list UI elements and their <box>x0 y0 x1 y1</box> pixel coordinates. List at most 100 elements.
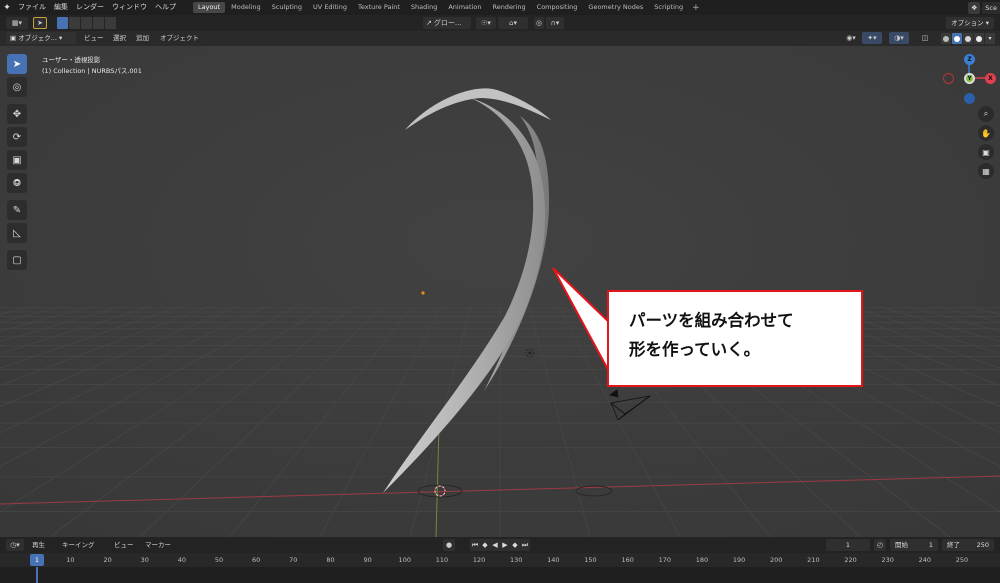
axis-z-ball[interactable]: Z <box>964 54 975 65</box>
start-frame-field[interactable]: 開始 1 <box>890 539 938 551</box>
select-extend-icon[interactable] <box>69 17 80 29</box>
move-tool-icon[interactable]: ✥ <box>7 104 27 124</box>
proportional-edit-icon[interactable]: ◎ <box>534 17 544 29</box>
object-origin <box>421 291 425 295</box>
viewport-menu-view[interactable]: ビュー <box>84 31 104 46</box>
rotate-tool-icon[interactable]: ⟳ <box>7 127 27 147</box>
viewport-menu-object[interactable]: オブジェクト <box>160 31 199 46</box>
scale-tool-icon[interactable]: ▣ <box>7 150 27 170</box>
tab-sculpting[interactable]: Sculpting <box>267 2 307 13</box>
timeline-menu-view[interactable]: ビュー <box>114 537 134 553</box>
object-mode-dropdown[interactable]: ▣ オブジェク... ▾ <box>6 32 76 44</box>
axis-x-ball[interactable]: X <box>985 73 996 84</box>
falloff-icon[interactable]: ∩▾ <box>546 17 564 29</box>
solid-shading-icon[interactable] <box>952 33 962 44</box>
overlay-toggle-icon[interactable]: ◑▾ <box>889 32 909 44</box>
callout-line-2: 形を作っていく。 <box>629 340 761 359</box>
rendered-shading-icon[interactable] <box>974 33 984 44</box>
current-frame-marker[interactable]: 1 <box>30 554 44 566</box>
current-frame-field[interactable]: 1 <box>826 539 870 551</box>
select-new-icon[interactable] <box>57 17 68 29</box>
scene-selector[interactable]: ❖ Sce <box>968 1 1000 14</box>
annotate-tool-icon[interactable]: ✎ <box>7 200 27 220</box>
select-intersect-icon[interactable] <box>105 17 116 29</box>
gizmo-toggle-icon[interactable]: ✦▾ <box>862 32 882 44</box>
collection-info: (1) Collection | NURBSパス.001 <box>42 67 142 75</box>
ortho-grid-icon[interactable]: ▦ <box>978 163 994 179</box>
stopwatch-icon[interactable]: ◴ <box>874 539 886 551</box>
ruler-tick-label: 10 <box>66 556 75 564</box>
axis-y-ball[interactable]: Y <box>964 73 975 84</box>
play-reverse-icon[interactable]: ◀ <box>490 539 500 551</box>
select-invert-icon[interactable] <box>93 17 104 29</box>
play-icon[interactable]: ▶ <box>500 539 510 551</box>
select-box-tool-icon[interactable]: ➤ <box>7 54 27 74</box>
timeline-menu-marker[interactable]: マーカー <box>145 537 171 553</box>
select-subtract-icon[interactable] <box>81 17 92 29</box>
timeline-ruler[interactable]: 1 10 20 30 40 50 60 70 80 90 100 110 120 130 140 150 160… <box>0 553 1000 567</box>
select-tool-icon[interactable]: ➤ <box>33 17 47 29</box>
transform-tool-icon[interactable]: ⭗ <box>7 173 27 193</box>
menu-file[interactable]: ファイル <box>14 0 50 15</box>
tab-layout[interactable]: Layout <box>193 2 226 13</box>
tab-geometry-nodes[interactable]: Geometry Nodes <box>583 2 648 13</box>
tab-compositing[interactable]: Compositing <box>532 2 583 13</box>
axis-neg-x-ball[interactable] <box>943 73 954 84</box>
zoom-icon[interactable]: ⌕ <box>978 106 994 122</box>
view-name: ユーザー・透視投影 <box>42 56 101 64</box>
ruler-tick-label: 100 <box>398 556 411 564</box>
jump-start-icon[interactable]: ⏮ <box>470 539 480 551</box>
scene-name[interactable]: Sce <box>982 1 1000 14</box>
playhead-line[interactable] <box>36 567 38 583</box>
menu-help[interactable]: ヘルプ <box>151 0 180 15</box>
ruler-tick-label: 130 <box>509 556 523 564</box>
jump-end-icon[interactable]: ⏭ <box>520 539 530 551</box>
material-shading-icon[interactable] <box>963 33 973 44</box>
end-value: 250 <box>976 541 989 549</box>
add-workspace-button[interactable]: + <box>688 3 704 13</box>
pivot-point-icon[interactable]: ☉▾ <box>476 17 496 29</box>
tab-uv-editing[interactable]: UV Editing <box>308 2 352 13</box>
axis-neg-z-ball[interactable] <box>964 93 975 104</box>
ruler-tick-label: 140 <box>547 556 560 564</box>
xray-toggle-icon[interactable]: ◫ <box>919 32 931 44</box>
add-cube-tool-icon[interactable]: ▢ <box>7 250 27 270</box>
next-keyframe-icon[interactable]: ◆ <box>510 539 520 551</box>
cursor-tool-icon[interactable]: ◎ <box>7 77 27 97</box>
tab-texture-paint[interactable]: Texture Paint <box>353 2 405 13</box>
pan-hand-icon[interactable]: ✋ <box>978 125 994 141</box>
transform-orientation-dropdown[interactable]: ↗ グロー... <box>423 17 471 29</box>
tool-settings-header: ▦▾ ➤ ↗ グロー... ☉▾ ⌂▾ ◎ ∩▾ オプション ▾ <box>0 15 1000 31</box>
camera-view-icon[interactable]: ▣ <box>978 144 994 160</box>
viewport-menu-select[interactable]: 選択 <box>113 31 126 46</box>
tab-shading[interactable]: Shading <box>406 2 442 13</box>
menu-window[interactable]: ウィンドウ <box>108 0 151 15</box>
end-frame-field[interactable]: 終了 250 <box>942 539 994 551</box>
menu-edit[interactable]: 編集 <box>50 0 72 15</box>
snap-icon[interactable]: ⌂▾ <box>498 17 528 29</box>
top-menu-bar: ✦ ファイル 編集 レンダー ウィンドウ ヘルプ Layout Modeling… <box>0 0 1000 15</box>
options-dropdown[interactable]: オプション ▾ <box>946 17 994 29</box>
timeline-menu-playback[interactable]: 再生 <box>32 537 45 553</box>
ruler-tick-label: 80 <box>326 556 335 564</box>
blender-logo-icon[interactable]: ✦ <box>0 0 14 15</box>
measure-tool-icon[interactable]: ◺ <box>7 223 27 243</box>
tab-rendering[interactable]: Rendering <box>487 2 530 13</box>
wireframe-shading-icon[interactable] <box>941 33 951 44</box>
ruler-tick-label: 180 <box>695 556 709 564</box>
timeline-editor-icon[interactable]: ◷▾ <box>6 539 24 551</box>
viewport-menu-add[interactable]: 追加 <box>136 31 149 46</box>
shading-options-icon[interactable]: ▾ <box>985 33 995 44</box>
ruler-tick-label: 160 <box>621 556 634 564</box>
menu-render[interactable]: レンダー <box>72 0 108 15</box>
timeline-body[interactable] <box>0 567 1000 583</box>
visibility-icon[interactable]: ◉▾ <box>842 32 860 44</box>
prev-keyframe-icon[interactable]: ◆ <box>480 539 490 551</box>
tab-scripting[interactable]: Scripting <box>649 2 688 13</box>
timeline-menu-keying[interactable]: キーイング <box>62 537 95 553</box>
auto-keying-icon[interactable]: ● <box>443 539 455 551</box>
ruler-tick-label: 110 <box>435 556 449 564</box>
editor-type-icon[interactable]: ▦▾ <box>6 17 28 29</box>
tab-animation[interactable]: Animation <box>443 2 486 13</box>
tab-modeling[interactable]: Modeling <box>226 2 266 13</box>
